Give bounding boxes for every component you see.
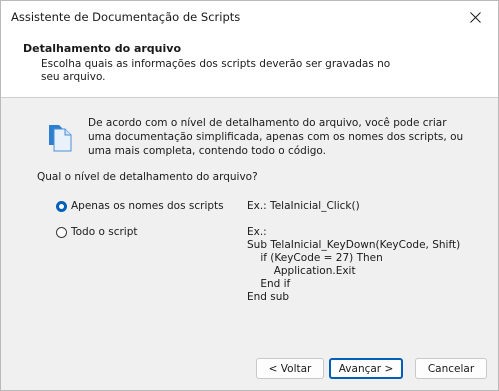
example-line: Ex.: TelaInicial_Click() (247, 200, 360, 212)
title-bar: Assistente de Documentação de Scripts (1, 1, 498, 34)
option-names-only[interactable]: Apenas os nomes dos scripts (56, 200, 224, 212)
example-names-only: Ex.: TelaInicial_Click() (247, 200, 360, 213)
wizard-dialog: Assistente de Documentação de Scripts De… (0, 0, 499, 391)
example-line: Sub TelaInicial_KeyDown(KeyCode, Shift) (247, 239, 461, 251)
page-subtitle: Escolha quais as informações dos scripts… (41, 58, 391, 83)
example-line: End if (247, 278, 291, 290)
close-button[interactable] (452, 1, 498, 34)
option-full-script[interactable]: Todo o script (56, 226, 138, 238)
close-icon (469, 12, 481, 23)
window-title: Assistente de Documentação de Scripts (11, 10, 241, 24)
next-button[interactable]: Avançar > (329, 358, 403, 379)
back-button[interactable]: < Voltar (256, 358, 324, 379)
option-full-script-label: Todo o script (71, 226, 138, 238)
document-icon (47, 119, 75, 153)
option-names-only-label: Apenas os nomes dos scripts (71, 200, 224, 212)
radio-full-script[interactable] (56, 226, 67, 238)
example-line: End sub (247, 291, 290, 303)
wizard-header: Detalhamento do arquivo Escolha quais as… (1, 34, 498, 98)
info-description: De acordo com o nível de detalhamento do… (88, 117, 464, 157)
page-title: Detalhamento do arquivo (23, 42, 182, 55)
example-line: Ex.: (247, 226, 267, 238)
example-line: Application.Exit (247, 265, 356, 277)
example-line: if (KeyCode = 27) Then (247, 252, 383, 264)
cancel-button[interactable]: Cancelar (415, 358, 487, 379)
detail-level-question: Qual o nível de detalhamento do arquivo? (37, 171, 258, 183)
radio-names-only[interactable] (56, 200, 67, 212)
example-full-script: Ex.: Sub TelaInicial_KeyDown(KeyCode, Sh… (247, 226, 460, 304)
